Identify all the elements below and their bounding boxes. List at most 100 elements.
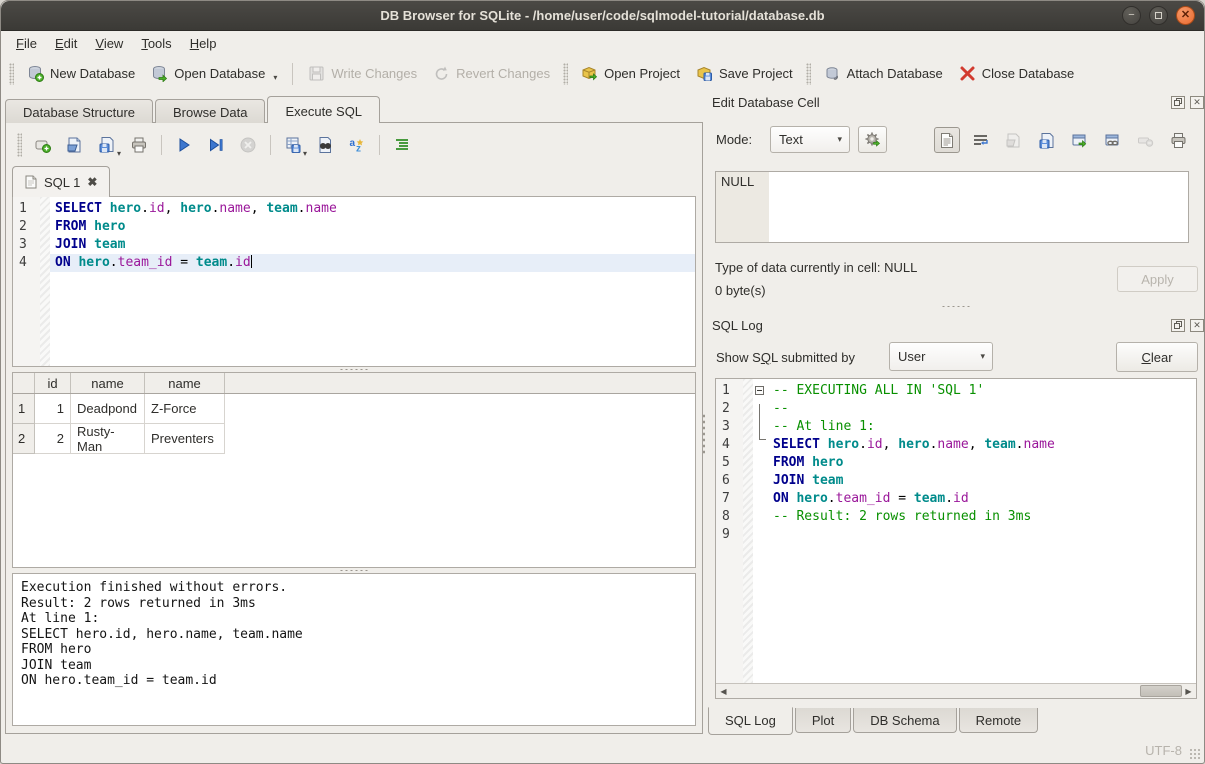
tab-execute-sql[interactable]: Execute SQL <box>267 96 380 123</box>
cell-value-editor[interactable]: NULL <box>715 171 1189 243</box>
cell[interactable]: Deadpond <box>71 394 145 424</box>
row-header[interactable]: 2 <box>13 424 35 454</box>
column-header[interactable]: name <box>145 373 225 393</box>
autocomplete-button[interactable]: az <box>344 132 370 158</box>
dropdown-arrow-icon[interactable]: ▾ <box>273 73 277 82</box>
revert-changes-button[interactable]: Revert Changes <box>425 60 558 87</box>
import-icon <box>1005 132 1022 149</box>
code-area[interactable]: -- EXECUTING ALL IN 'SQL 1'---- At line … <box>768 379 1196 683</box>
dock-tab-bar: SQL Log Plot DB Schema Remote <box>708 708 1040 735</box>
scroll-right-icon[interactable]: ▶ <box>1181 687 1196 696</box>
dropdown-arrow-icon[interactable]: ▾ <box>117 149 121 158</box>
save-results-button[interactable]: ▾ <box>280 132 306 158</box>
horizontal-scrollbar[interactable]: ◀ ▶ <box>716 683 1196 698</box>
sql-log-code[interactable]: 123456789-- EXECUTING ALL IN 'SQL 1'----… <box>716 379 1196 683</box>
results-grid[interactable]: idnamename11DeadpondZ-Force22Rusty-ManPr… <box>12 372 696 568</box>
scrollbar-thumb[interactable] <box>1140 685 1182 697</box>
save-project-button[interactable]: Save Project <box>688 60 801 87</box>
stop-button[interactable] <box>235 132 261 158</box>
grid-corner <box>13 373 35 393</box>
word-wrap-button[interactable] <box>967 127 993 153</box>
toolbar-separator <box>379 135 380 155</box>
tab-browse-data[interactable]: Browse Data <box>155 99 265 123</box>
float-panel-icon[interactable] <box>1171 96 1185 109</box>
table-row[interactable]: 11DeadpondZ-Force <box>13 394 695 424</box>
resize-grip[interactable] <box>1189 748 1201 760</box>
execution-message-panel[interactable]: Execution finished without errors. Resul… <box>12 573 696 726</box>
format-sql-button[interactable] <box>389 132 415 158</box>
close-panel-icon[interactable]: ✕ <box>1190 96 1204 109</box>
dock-tab-db-schema[interactable]: DB Schema <box>853 708 956 733</box>
toolbar-grip[interactable] <box>9 63 14 85</box>
float-panel-icon[interactable] <box>1171 319 1185 332</box>
menu-view[interactable]: View <box>86 33 132 54</box>
dock-tab-sql-log[interactable]: SQL Log <box>708 707 793 735</box>
dock-tab-plot[interactable]: Plot <box>795 708 851 733</box>
code-area[interactable]: SELECT hero.id, hero.name, team.nameFROM… <box>50 197 695 366</box>
save-sql-file-icon <box>98 136 116 154</box>
text-mode-button[interactable] <box>934 127 960 153</box>
print-button[interactable] <box>126 132 152 158</box>
set-null-button[interactable] <box>1132 127 1158 153</box>
import-data-button[interactable] <box>1000 127 1026 153</box>
column-header[interactable]: id <box>35 373 71 393</box>
mode-select[interactable]: Text▾ <box>770 126 850 153</box>
cell[interactable]: Rusty-Man <box>71 424 145 454</box>
menu-tools[interactable]: Tools <box>132 33 180 54</box>
cell[interactable]: Preventers <box>145 424 225 454</box>
write-changes-button[interactable]: Write Changes <box>300 60 425 87</box>
scroll-left-icon[interactable]: ◀ <box>716 687 731 696</box>
cell-value-content[interactable] <box>769 172 1188 242</box>
column-header[interactable]: name <box>71 373 145 393</box>
close-button[interactable]: ✕ <box>1176 6 1195 25</box>
dropdown-arrow-icon[interactable]: ▾ <box>303 149 307 158</box>
close-database-button[interactable]: Close Database <box>951 60 1083 87</box>
maximize-button[interactable] <box>1149 6 1168 25</box>
minimize-button[interactable]: − <box>1122 6 1141 25</box>
sql-document-tab[interactable]: SQL 1 ✖ <box>12 166 110 197</box>
toolbar-grip[interactable] <box>563 63 568 85</box>
table-row[interactable]: 22Rusty-ManPreventers <box>13 424 695 454</box>
open-database-button[interactable]: Open Database ▾ <box>143 60 285 87</box>
open-in-external-button[interactable] <box>1066 127 1092 153</box>
apply-button[interactable]: Apply <box>1117 266 1198 292</box>
open-project-button[interactable]: Open Project <box>573 60 688 87</box>
export-data-button[interactable] <box>1033 127 1059 153</box>
menu-file[interactable]: File <box>7 33 46 54</box>
execute-current-line-button[interactable] <box>203 132 229 158</box>
execute-all-button[interactable] <box>171 132 197 158</box>
new-sql-tab-button[interactable] <box>30 132 56 158</box>
cell[interactable]: Z-Force <box>145 394 225 424</box>
word-wrap-icon <box>972 132 989 149</box>
auto-switch-mode-button[interactable] <box>858 126 887 153</box>
save-sql-file-button[interactable]: ▾ <box>94 132 120 158</box>
fold-marker-icon[interactable] <box>755 386 764 395</box>
attach-database-button[interactable]: Attach Database <box>816 60 951 87</box>
new-database-button[interactable]: New Database <box>19 60 143 87</box>
sql-editor[interactable]: 1234SELECT hero.id, hero.name, team.name… <box>12 196 696 367</box>
splitter-handle[interactable] <box>941 304 971 309</box>
code-line: -- At line 1: <box>768 418 1196 436</box>
close-tab-icon[interactable]: ✖ <box>87 175 97 189</box>
cell[interactable]: 1 <box>35 394 71 424</box>
set-link-button[interactable] <box>1099 127 1125 153</box>
dock-tab-remote[interactable]: Remote <box>959 708 1039 733</box>
pane-splitter-handle[interactable] <box>702 413 706 455</box>
close-panel-icon[interactable]: ✕ <box>1190 319 1204 332</box>
log-filter-select[interactable]: User▾ <box>889 342 993 371</box>
row-header[interactable]: 1 <box>13 394 35 424</box>
print-cell-button[interactable] <box>1165 127 1191 153</box>
title-bar[interactable]: DB Browser for SQLite - /home/user/code/… <box>1 1 1204 31</box>
clear-log-button[interactable]: Clear <box>1116 342 1198 372</box>
menu-help[interactable]: Help <box>181 33 226 54</box>
menu-edit[interactable]: Edit <box>46 33 86 54</box>
toolbar-grip[interactable] <box>806 63 811 85</box>
chevron-down-icon: ▾ <box>980 351 985 362</box>
toolbar-grip[interactable] <box>17 133 22 157</box>
attach-database-icon <box>824 65 841 82</box>
find-button[interactable] <box>312 132 338 158</box>
fold-gutter[interactable] <box>753 379 768 683</box>
tab-database-structure[interactable]: Database Structure <box>5 99 153 123</box>
cell[interactable]: 2 <box>35 424 71 454</box>
open-sql-file-button[interactable] <box>62 132 88 158</box>
